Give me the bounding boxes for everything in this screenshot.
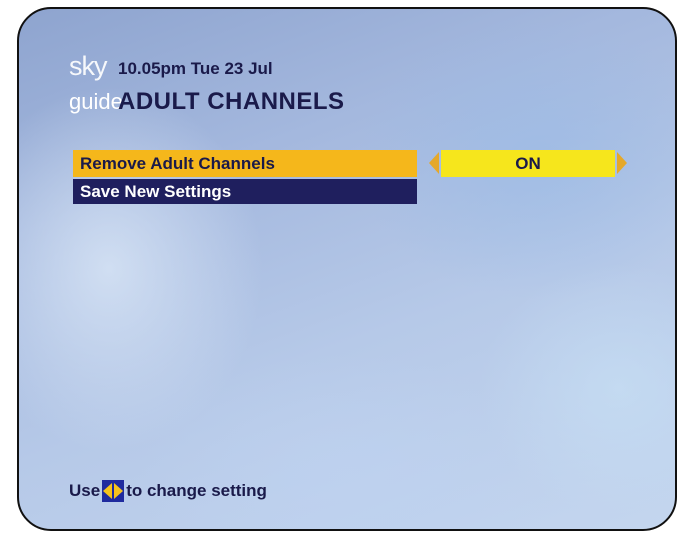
menu-item-remove-adult-channels[interactable]: Remove Adult Channels [73, 150, 417, 177]
right-arrow-icon[interactable] [617, 152, 627, 174]
help-hint: Use to change setting [69, 480, 267, 502]
hint-suffix: to change setting [126, 481, 267, 500]
left-arrow-icon[interactable] [429, 152, 439, 174]
guide-logo: guide [69, 89, 123, 114]
tv-screen: sky guide 10.05pm Tue 23 Jul ADULT CHANN… [17, 7, 677, 531]
sky-logo: sky [69, 51, 107, 81]
page-title: ADULT CHANNELS [118, 88, 345, 115]
setting-value[interactable]: ON [441, 150, 615, 177]
clock-date: 10.05pm Tue 23 Jul [118, 59, 273, 78]
left-right-arrows-icon [102, 480, 125, 502]
menu-item-save-new-settings[interactable]: Save New Settings [73, 179, 417, 204]
hint-prefix: Use [69, 481, 101, 500]
